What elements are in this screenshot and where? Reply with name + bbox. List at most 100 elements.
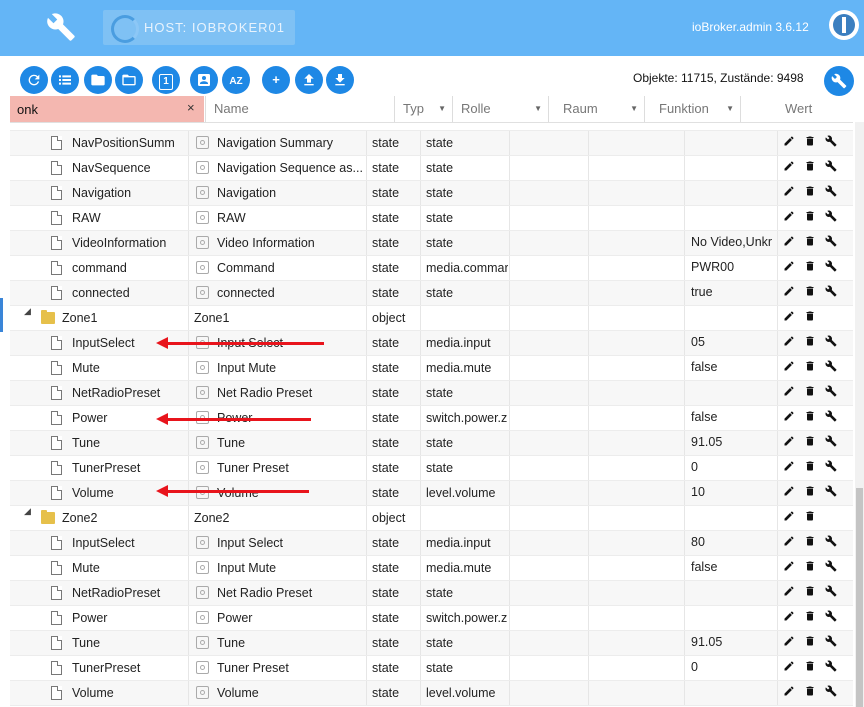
settings-wrench-icon[interactable] <box>825 485 841 501</box>
delete-trash-icon[interactable] <box>804 660 820 676</box>
table-row[interactable]: TunerPreset Tuner Preset state state 0 <box>10 656 853 681</box>
delete-trash-icon[interactable] <box>804 535 820 551</box>
delete-trash-icon[interactable] <box>804 210 820 226</box>
sort-az-button[interactable]: AZ <box>222 66 250 94</box>
table-row[interactable]: TunerPreset Tuner Preset state state 0 <box>10 456 853 481</box>
delete-trash-icon[interactable] <box>804 485 820 501</box>
settings-wrench-icon[interactable] <box>825 235 841 251</box>
upload-button[interactable] <box>295 66 323 94</box>
delete-trash-icon[interactable] <box>804 410 820 426</box>
folder-row[interactable]: ◢ Zone2 Zone2 object <box>10 506 853 531</box>
clear-filter-icon[interactable]: × <box>187 100 195 115</box>
edit-pencil-icon[interactable] <box>783 160 799 176</box>
edit-pencil-icon[interactable] <box>783 360 799 376</box>
table-row[interactable]: PowerPowerstateswitch.power.zfalse <box>10 406 853 431</box>
header-role[interactable]: Rolle ▼ <box>452 96 548 122</box>
edit-pencil-icon[interactable] <box>783 460 799 476</box>
settings-wrench-icon[interactable] <box>825 360 841 376</box>
settings-wrench-icon[interactable] <box>825 535 841 551</box>
id-filter-input[interactable] <box>17 101 177 117</box>
table-row[interactable]: RAW RAW state state <box>10 206 853 231</box>
delete-trash-icon[interactable] <box>804 385 820 401</box>
delete-trash-icon[interactable] <box>804 135 820 151</box>
edit-pencil-icon[interactable] <box>783 235 799 251</box>
edit-pencil-icon[interactable] <box>783 435 799 451</box>
settings-wrench-icon[interactable] <box>825 260 841 276</box>
table-row[interactable]: Volume Volume state level.volume 10 <box>10 481 853 506</box>
delete-trash-icon[interactable] <box>804 635 820 651</box>
edit-pencil-icon[interactable] <box>783 610 799 626</box>
table-row[interactable]: Volume Volume state level.volume <box>10 681 853 706</box>
delete-trash-icon[interactable] <box>804 260 820 276</box>
settings-wrench-icon[interactable] <box>825 335 841 351</box>
table-row[interactable]: NavSequence Navigation Sequence as... stat… <box>10 156 853 181</box>
user-button[interactable] <box>190 66 218 94</box>
edit-pencil-icon[interactable] <box>783 535 799 551</box>
edit-pencil-icon[interactable] <box>783 385 799 401</box>
header-room[interactable]: Raum ▼ <box>548 96 644 122</box>
settings-wrench-icon[interactable] <box>825 410 841 426</box>
edit-pencil-icon[interactable] <box>783 410 799 426</box>
table-row[interactable]: InputSelect Input Select state media.input 8… <box>10 531 853 556</box>
delete-trash-icon[interactable] <box>804 610 820 626</box>
settings-wrench-icon[interactable] <box>825 285 841 301</box>
delete-trash-icon[interactable] <box>804 510 820 526</box>
table-row[interactable]: Tune Tune state state 91.05 <box>10 431 853 456</box>
edit-pencil-icon[interactable] <box>783 285 799 301</box>
settings-wrench-icon[interactable] <box>825 160 841 176</box>
delete-trash-icon[interactable] <box>804 285 820 301</box>
header-type[interactable]: Typ ▼ <box>394 96 452 122</box>
refresh-button[interactable] <box>20 66 48 94</box>
delete-trash-icon[interactable] <box>804 335 820 351</box>
edit-pencil-icon[interactable] <box>783 135 799 151</box>
table-row[interactable]: Power Power state switch.power.z <box>10 606 853 631</box>
wrench-icon[interactable] <box>46 12 76 42</box>
edit-pencil-icon[interactable] <box>783 510 799 526</box>
delete-trash-icon[interactable] <box>804 310 820 326</box>
one-button[interactable]: 1 <box>152 66 180 94</box>
delete-trash-icon[interactable] <box>804 185 820 201</box>
delete-trash-icon[interactable] <box>804 460 820 476</box>
table-row[interactable]: VideoInformation Video Information state st… <box>10 231 853 256</box>
settings-wrench-icon[interactable] <box>825 135 841 151</box>
delete-trash-icon[interactable] <box>804 560 820 576</box>
edit-pencil-icon[interactable] <box>783 185 799 201</box>
delete-trash-icon[interactable] <box>804 360 820 376</box>
scrollbar-thumb[interactable] <box>856 488 863 707</box>
settings-wrench-icon[interactable] <box>825 685 841 701</box>
list-view-button[interactable] <box>51 66 79 94</box>
edit-pencil-icon[interactable] <box>783 485 799 501</box>
settings-wrench-icon[interactable] <box>825 660 841 676</box>
collapse-toggle-icon[interactable]: ◢ <box>24 506 31 517</box>
edit-pencil-icon[interactable] <box>783 635 799 651</box>
header-name[interactable]: Name <box>205 96 394 122</box>
table-row[interactable]: NetRadioPreset Net Radio Preset state state <box>10 581 853 606</box>
settings-wrench-icon[interactable] <box>825 185 841 201</box>
folder-view-button[interactable] <box>84 66 112 94</box>
settings-wrench-icon[interactable] <box>825 585 841 601</box>
edit-pencil-icon[interactable] <box>783 310 799 326</box>
header-function[interactable]: Funktion ▼ <box>644 96 740 122</box>
table-row[interactable]: Navigation Navigation state state <box>10 181 853 206</box>
edit-pencil-icon[interactable] <box>783 660 799 676</box>
settings-wrench-button[interactable] <box>824 66 854 96</box>
delete-trash-icon[interactable] <box>804 235 820 251</box>
settings-wrench-icon[interactable] <box>825 210 841 226</box>
folder-row[interactable]: ◢ Zone1 Zone1 object <box>10 306 853 331</box>
table-row[interactable]: Tune Tune state state 91.05 <box>10 631 853 656</box>
delete-trash-icon[interactable] <box>804 585 820 601</box>
delete-trash-icon[interactable] <box>804 685 820 701</box>
settings-wrench-icon[interactable] <box>825 460 841 476</box>
collapse-toggle-icon[interactable]: ◢ <box>24 306 31 317</box>
add-button[interactable]: + <box>262 66 290 94</box>
table-row[interactable]: connected connected state state true <box>10 281 853 306</box>
edit-pencil-icon[interactable] <box>783 335 799 351</box>
table-row[interactable]: Mute Input Mute state media.mute false <box>10 356 853 381</box>
settings-wrench-icon[interactable] <box>825 560 841 576</box>
table-row[interactable]: InputSelectInput Selectstatemedia.input0… <box>10 331 853 356</box>
download-button[interactable] <box>326 66 354 94</box>
delete-trash-icon[interactable] <box>804 435 820 451</box>
table-row[interactable]: command Command state media.commar PWR00 <box>10 256 853 281</box>
delete-trash-icon[interactable] <box>804 160 820 176</box>
host-selector[interactable]: HOST: IOBROKER01 <box>103 10 295 45</box>
